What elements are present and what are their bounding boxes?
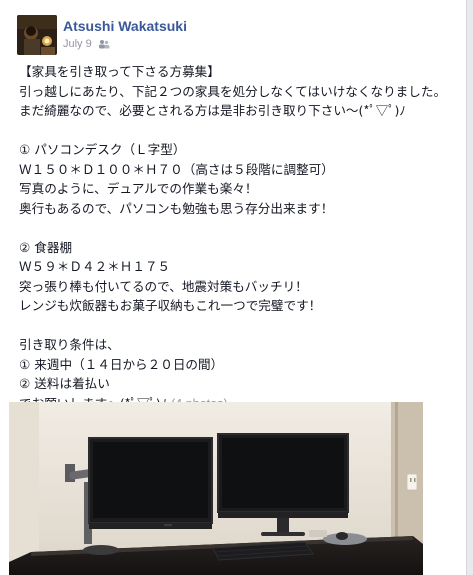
post-text-line: ② 送料は着払い xyxy=(19,376,110,391)
post-meta: July 9 xyxy=(63,38,110,50)
author-name[interactable]: Atsushi Wakatsuki xyxy=(63,18,187,34)
post-card: Atsushi Wakatsuki July 9 【家具を引き取って下さる方募集… xyxy=(0,0,467,575)
post-text-line: 奥行もあるので、パソコンも勉強も思う存分出来ます！ xyxy=(19,200,334,216)
post-text-line: 引っ越しにあたり、下記２つの家具を処分しなくてはいけなくなりました。 xyxy=(19,83,447,99)
post-date[interactable]: July 9 xyxy=(63,38,92,50)
post-text-line: Ｗ５９＊Ｄ４２＊Ｈ１７５ xyxy=(19,259,171,274)
post-text-line: 引き取り条件は、 xyxy=(19,337,120,352)
post-text: 【家具を引き取って下さる方募集】引っ越しにあたり、下記２つの家具を処分しなくては… xyxy=(19,62,459,413)
post-text-line: まだ綺麗なので、必要とされる方は是非お引き取り下さい〜(*ﾟ▽ﾟ)ﾉ xyxy=(19,103,406,118)
post-text-line: レンジも炊飯器もお菓子収納もこれ一つで完璧です！ xyxy=(19,298,322,313)
post-text-line: 突っ張り棒も付いてるので、地震対策もバッチリ！ xyxy=(19,278,308,294)
post-text-line: 写真のように、デュアルでの作業も楽々！ xyxy=(19,181,258,196)
post-text-line: Ｗ１５０＊Ｄ１００＊Ｈ７０（高さは５段階に調整可） xyxy=(19,161,334,177)
avatar[interactable] xyxy=(17,15,57,55)
post-text-line: ① 来週中（１４日から２０日の間） xyxy=(19,356,224,372)
friends-icon[interactable] xyxy=(98,39,110,49)
post-photo[interactable] xyxy=(9,402,423,575)
post-text-line: ② 食器棚 xyxy=(19,239,73,255)
post-text-line: ① パソコンデスク（Ｌ字型） xyxy=(19,142,186,157)
post-text-line: 【家具を引き取って下さる方募集】 xyxy=(19,64,220,79)
